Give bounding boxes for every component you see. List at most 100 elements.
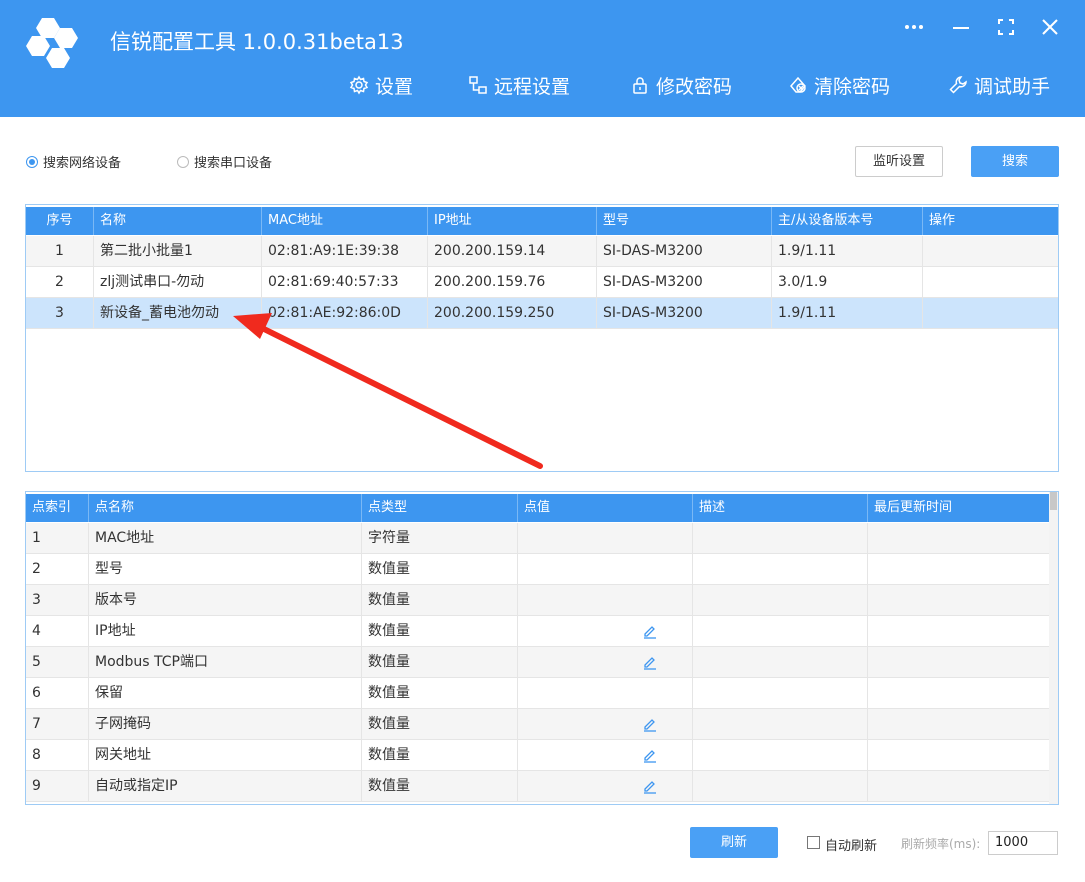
device-col-version[interactable]: 主/从设备版本号 [772,207,923,235]
point-row-updated [868,523,1049,553]
point-row-value [518,554,693,584]
device-row-model: SI-DAS-M3200 [597,236,772,266]
device-row-mac: 02:81:69:40:57:33 [262,267,428,297]
point-row-value[interactable] [518,709,693,739]
auto-refresh-checkbox[interactable] [807,836,820,849]
device-row-ip: 200.200.159.14 [428,236,597,266]
point-row-index: 7 [26,709,89,739]
wrench-icon [949,76,967,94]
device-row-operation[interactable] [923,298,1058,328]
refresh-frequency-input[interactable]: 1000 [988,831,1058,855]
point-row-value[interactable] [518,647,693,677]
point-row-index: 2 [26,554,89,584]
device-row-name: zlj测试串口-勿动 [94,267,262,297]
close-icon[interactable] [1037,14,1063,40]
point-row-updated [868,740,1049,770]
point-row[interactable]: 8 网关地址 数值量 [26,740,1049,771]
minimize-icon[interactable] [948,14,974,40]
scrollbar-thumb[interactable] [1050,492,1057,510]
menu-debug-assistant[interactable]: 调试助手 [948,70,1050,100]
point-row-index: 4 [26,616,89,646]
more-icon[interactable] [901,14,927,40]
device-row-selected[interactable]: 3 新设备_蓄电池勿动 02:81:AE:92:86:0D 200.200.15… [26,298,1058,329]
radio-dot-checked[interactable] [26,155,38,168]
menu-clear-password[interactable]: 清除密码 [788,70,890,100]
point-row-index: 9 [26,771,89,801]
edit-icon[interactable] [642,716,658,732]
device-row-version: 3.0/1.9 [772,267,923,297]
device-row-operation[interactable] [923,267,1058,297]
point-row-description [693,678,868,708]
device-col-ip[interactable]: IP地址 [428,207,597,235]
device-col-model[interactable]: 型号 [597,207,772,235]
edit-icon[interactable] [642,778,658,794]
menu-remote-settings[interactable]: 远程设置 [468,70,570,100]
device-row[interactable]: 1 第二批小批量1 02:81:A9:1E:39:38 200.200.159.… [26,236,1058,267]
device-row-version: 1.9/1.11 [772,236,923,266]
refresh-button[interactable]: 刷新 [690,827,778,858]
point-row-description [693,771,868,801]
device-table: 序号 名称 MAC地址 IP地址 型号 主/从设备版本号 操作 1 第二批小批量… [25,204,1059,472]
point-row-type: 数值量 [362,740,518,770]
point-row[interactable]: 4 IP地址 数值量 [26,616,1049,647]
point-row-type: 数值量 [362,771,518,801]
point-row[interactable]: 9 自动或指定IP 数值量 [26,771,1049,802]
device-col-no[interactable]: 序号 [26,207,94,235]
gear-icon [349,75,369,95]
points-col-description[interactable]: 描述 [693,494,868,522]
device-row-ip: 200.200.159.76 [428,267,597,297]
point-row-value[interactable] [518,771,693,801]
point-row[interactable]: 2 型号 数值量 [26,554,1049,585]
points-col-value[interactable]: 点值 [518,494,693,522]
point-row[interactable]: 5 Modbus TCP端口 数值量 [26,647,1049,678]
points-col-index[interactable]: 点索引 [26,494,89,522]
device-row-name: 第二批小批量1 [94,236,262,266]
point-row[interactable]: 7 子网掩码 数值量 [26,709,1049,740]
device-col-operation[interactable]: 操作 [923,207,1058,235]
points-col-name[interactable]: 点名称 [89,494,362,522]
listen-settings-button[interactable]: 监听设置 [855,146,943,177]
device-row-mac: 02:81:AE:92:86:0D [262,298,428,328]
clear-password-icon [790,76,806,93]
device-col-mac[interactable]: MAC地址 [262,207,428,235]
edit-icon[interactable] [642,654,658,670]
radio-search-network[interactable]: 搜索网络设备 [26,152,121,171]
app-logo-icon [26,18,78,68]
point-row[interactable]: 3 版本号 数值量 [26,585,1049,616]
menu-settings[interactable]: 设置 [349,70,413,100]
device-row[interactable]: 2 zlj测试串口-勿动 02:81:69:40:57:33 200.200.1… [26,267,1058,298]
points-col-updated[interactable]: 最后更新时间 [868,494,1049,522]
points-table-header: 点索引 点名称 点类型 点值 描述 最后更新时间 [26,494,1049,522]
maximize-icon[interactable] [993,14,1019,40]
device-row-model: SI-DAS-M3200 [597,298,772,328]
device-row-no: 2 [26,267,94,297]
point-row-name: 自动或指定IP [89,771,362,801]
point-row-name: 网关地址 [89,740,362,770]
device-row-model: SI-DAS-M3200 [597,267,772,297]
radio-search-serial[interactable]: 搜索串口设备 [177,152,272,171]
point-row-name: 保留 [89,678,362,708]
auto-refresh-label: 自动刷新 [825,839,878,854]
edit-icon[interactable] [642,623,658,639]
radio-dot-unchecked[interactable] [177,155,189,168]
edit-icon[interactable] [642,747,658,763]
point-row-value[interactable] [518,740,693,770]
point-row-type: 数值量 [362,585,518,615]
point-row-description [693,523,868,553]
menu-change-password[interactable]: 修改密码 [630,70,732,100]
point-row-description [693,647,868,677]
point-row-index: 6 [26,678,89,708]
point-row-value[interactable] [518,616,693,646]
point-row[interactable]: 1 MAC地址 字符量 [26,523,1049,554]
points-col-type[interactable]: 点类型 [362,494,518,522]
points-scrollbar[interactable] [1049,492,1058,804]
point-row-type: 字符量 [362,523,518,553]
point-row[interactable]: 6 保留 数值量 [26,678,1049,709]
point-row-type: 数值量 [362,647,518,677]
device-col-name[interactable]: 名称 [94,207,262,235]
search-button[interactable]: 搜索 [971,146,1059,177]
points-table: 点索引 点名称 点类型 点值 描述 最后更新时间 1 MAC地址 字符量 2 型号 数值量… [25,491,1059,805]
point-row-updated [868,771,1049,801]
point-row-name: 型号 [89,554,362,584]
device-row-operation[interactable] [923,236,1058,266]
